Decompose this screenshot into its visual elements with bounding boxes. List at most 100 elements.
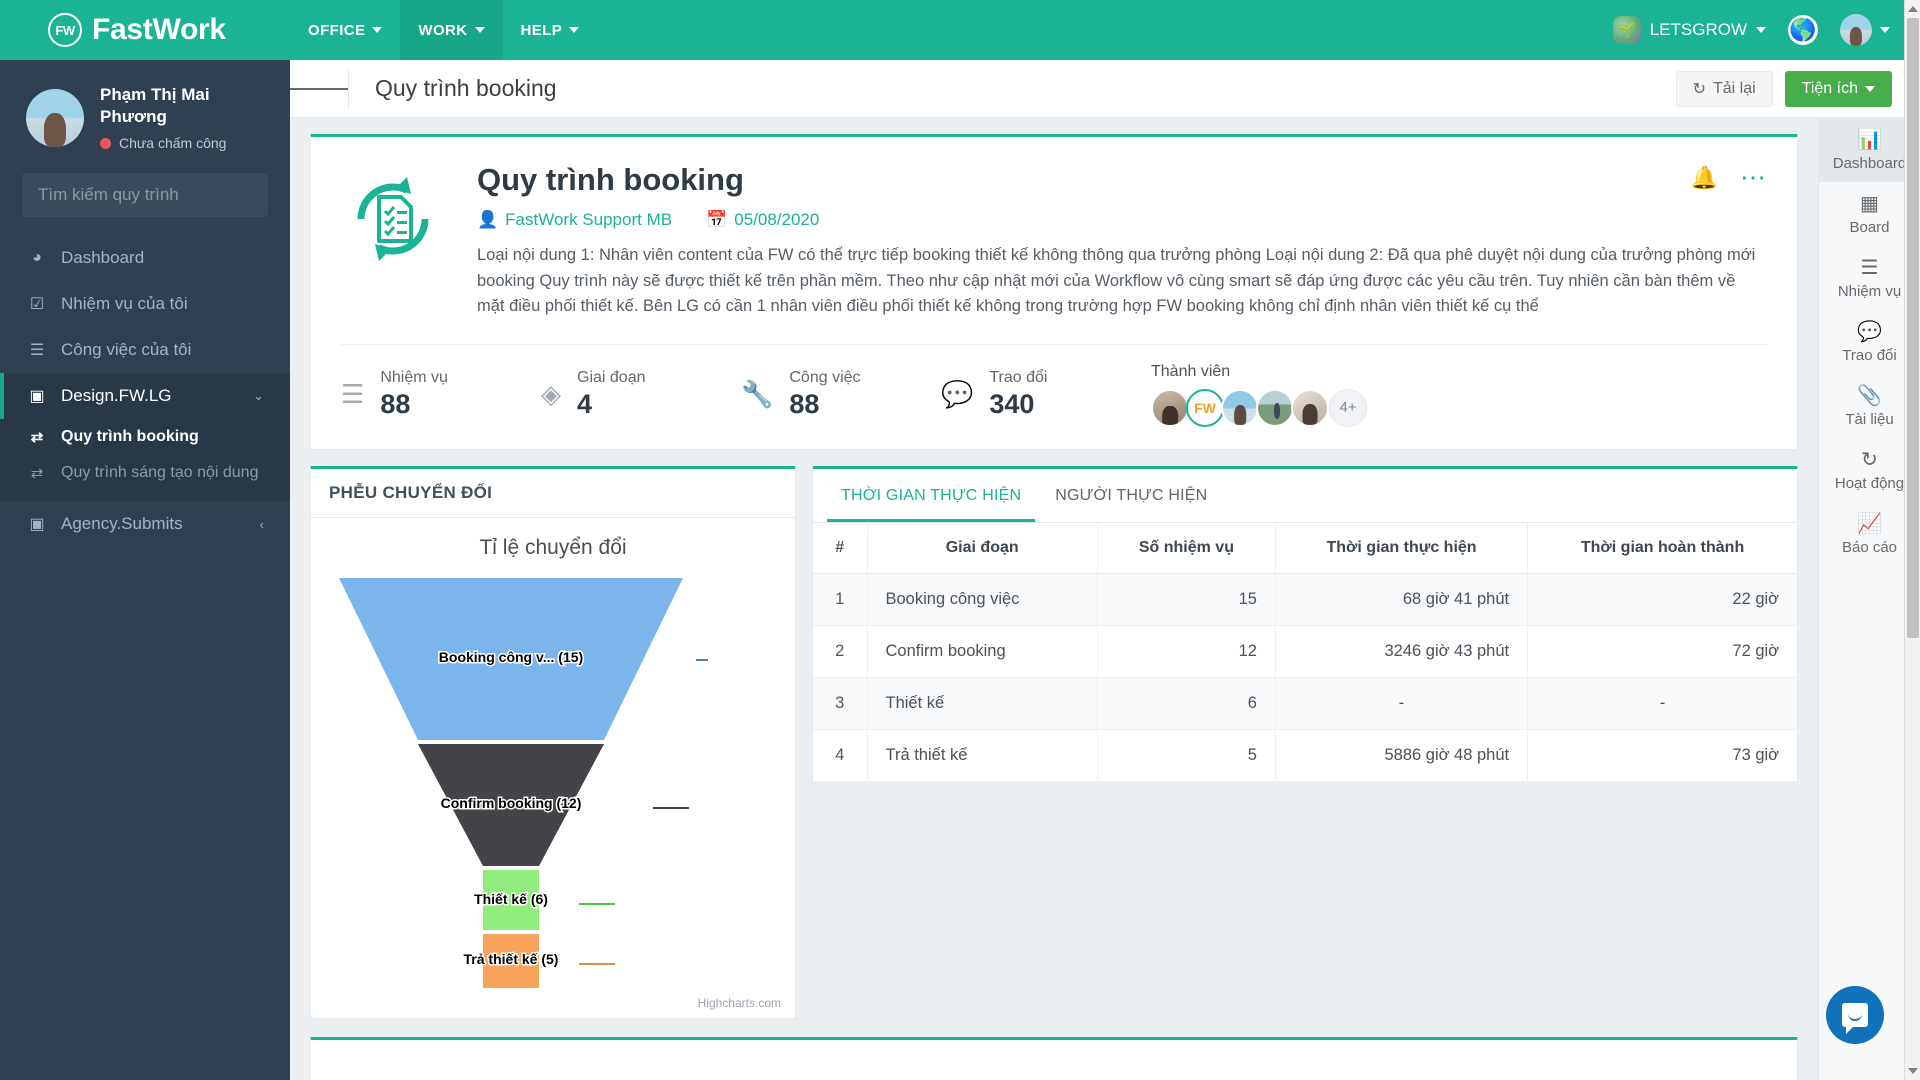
process-title: Quy trình booking: [477, 162, 744, 197]
scroll-down-icon[interactable]: [1908, 1068, 1918, 1074]
utility-label: Tiện ích: [1801, 79, 1858, 97]
project-icon: ▣: [29, 516, 45, 534]
members-more-count[interactable]: 4+: [1329, 388, 1367, 427]
cell-task-count: 15: [1097, 573, 1276, 626]
stat-jobs: 🔧 Công việc 88: [741, 369, 941, 420]
rail-item-label: Board: [1849, 219, 1890, 236]
cell-stage: Confirm booking: [867, 625, 1098, 678]
topnav-office-label: OFFICE: [308, 21, 366, 39]
members-label: Thành viên: [1151, 362, 1231, 380]
sidebar-item-my-work[interactable]: ☰ Công việc của tôi: [0, 327, 290, 373]
funnel-label-1: Booking công v... (15): [439, 649, 583, 665]
brand-name: FastWork: [92, 13, 226, 46]
avatar[interactable]: [1151, 388, 1189, 427]
shuffle-icon: ⇄: [30, 465, 44, 483]
sidebar-subnav: ⇄ Quy trình booking ⇄ Quy trình sáng tạo…: [0, 419, 290, 502]
sidebar-profile[interactable]: Phạm Thị Mai Phương Chưa chấm công: [0, 60, 290, 151]
more-options-icon[interactable]: ⋯: [1740, 165, 1767, 190]
table-row[interactable]: 1 Booking công việc 15 68 giờ 41 phút 22…: [813, 573, 1797, 626]
table-row[interactable]: 2 Confirm booking 12 3246 giờ 43 phút 72…: [813, 625, 1797, 678]
topnav-help[interactable]: HELP: [503, 0, 598, 60]
sidebar-item-my-tasks[interactable]: ☑ Nhiệm vụ của tôi: [0, 281, 290, 327]
stat-stages: ◈ Giai đoạn 4: [541, 369, 741, 420]
sidebar-nav: ◕ Dashboard ☑ Nhiệm vụ của tôi ☰ Công vi…: [0, 235, 290, 547]
stat-value: 4: [577, 389, 593, 420]
org-switcher[interactable]: 🌱 LETSGROW: [1612, 16, 1766, 44]
avatar[interactable]: [1291, 388, 1329, 427]
tab-execution-time[interactable]: THỜI GIAN THỰC HIỆN: [827, 469, 1036, 522]
brand-logo[interactable]: FW FastWork: [0, 13, 290, 47]
user-menu[interactable]: [1840, 14, 1890, 46]
process-description: Loại nội dung 1: Nhân viên content của F…: [477, 246, 1756, 316]
stat-label: Nhiệm vụ: [380, 369, 448, 387]
stat-value: 340: [989, 389, 1035, 420]
project-icon: ▣: [29, 388, 45, 406]
bell-icon[interactable]: 🔔: [1691, 165, 1718, 191]
cell-exec-time: 3246 giờ 43 phút: [1275, 625, 1529, 678]
topnav-office[interactable]: OFFICE: [290, 0, 400, 60]
stat-label: Giai đoạn: [577, 369, 646, 387]
top-nav-items: OFFICE WORK HELP: [290, 0, 597, 60]
avatar[interactable]: [1221, 388, 1259, 427]
avatar-fastwork-badge[interactable]: FW: [1186, 388, 1224, 427]
detail-tabs: THỜI GIAN THỰC HIỆN NGƯỜI THỰC HIỆN: [813, 469, 1797, 523]
utility-button[interactable]: Tiện ích: [1784, 70, 1892, 107]
topbar-right-actions: 🌱 LETSGROW 🌎: [1612, 14, 1920, 46]
stat-label: Trao đổi: [989, 369, 1048, 387]
avatar[interactable]: [1256, 388, 1294, 427]
cell-task-count: 6: [1097, 677, 1276, 730]
cell-done-time: 72 giờ: [1527, 625, 1797, 678]
process-author[interactable]: 👤 FastWork Support MB: [477, 210, 672, 230]
check-square-icon: ☑: [29, 296, 45, 314]
cubes-icon: ◈: [541, 379, 561, 410]
process-date-label: 05/08/2020: [734, 210, 820, 230]
next-card-partial: [310, 1036, 1798, 1080]
page-scrollbar[interactable]: [1904, 0, 1920, 1080]
stat-discussions: 💬 Trao đổi 340: [941, 369, 1141, 420]
funnel-chart-title: Tỉ lệ chuyển đổi: [479, 535, 627, 559]
sidebar-group-agency-submits[interactable]: ▣ Agency.Submits ‹: [0, 501, 290, 547]
table-row[interactable]: 3 Thiết kế 6 - -: [813, 677, 1797, 730]
reload-button[interactable]: ↻ Tải lại: [1675, 70, 1773, 107]
process-date: 📅 05/08/2020: [706, 210, 819, 230]
cell-exec-time: -: [1275, 677, 1529, 730]
sidebar-item-quy-trinh-sang-tao-noi-dung[interactable]: ⇄ Quy trình sáng tạo nội dung: [0, 455, 290, 491]
funnel-label-2: Confirm booking (12): [441, 795, 582, 811]
topnav-help-label: HELP: [520, 21, 563, 39]
avatar: [1840, 14, 1872, 46]
process-overview-card: Quy trình booking 👤 FastWork Support MB …: [310, 134, 1798, 450]
search-input[interactable]: [38, 185, 252, 206]
stat-value: 88: [380, 389, 411, 420]
page-header: Quy trình booking ↻ Tải lại Tiện ích: [290, 60, 1920, 118]
scrollbar-thumb[interactable]: [1907, 18, 1919, 638]
process-document-icon: [341, 163, 449, 320]
tab-assignee[interactable]: NGƯỜI THỰC HIỆN: [1041, 469, 1221, 522]
comments-icon: 💬: [1857, 321, 1882, 343]
app-root: FW FastWork OFFICE WORK HELP 🌱 LETSGROW: [0, 0, 1920, 1080]
sidebar-group-label: Design.FW.LG: [61, 386, 172, 406]
chevron-down-icon: [1880, 27, 1890, 33]
topnav-work[interactable]: WORK: [400, 0, 503, 60]
paperclip-icon: 📎: [1857, 385, 1882, 407]
table-row[interactable]: 4 Trả thiết kế 5 5886 giờ 48 phút 73 giờ: [813, 729, 1797, 782]
overview-top: Quy trình booking 👤 FastWork Support MB …: [341, 162, 1767, 320]
process-meta: 👤 FastWork Support MB 📅 05/08/2020: [477, 210, 1767, 230]
scroll-up-icon[interactable]: [1908, 6, 1918, 12]
cell-stage: Trả thiết kế: [867, 729, 1098, 782]
stat-value: 88: [789, 389, 820, 420]
chevron-left-icon: ‹: [259, 516, 264, 532]
sidebar-search[interactable]: [22, 173, 268, 218]
chevron-down-icon: [372, 27, 383, 33]
sidebar-group-design-fw-lg[interactable]: ▣ Design.FW.LG ⌄: [0, 373, 290, 420]
sidebar-item-dashboard[interactable]: ◕ Dashboard: [0, 235, 290, 281]
funnel-card-header: PHỄU CHUYỂN ĐỔI: [311, 469, 795, 518]
history-icon: ↻: [1861, 449, 1878, 471]
hamburger-icon[interactable]: [290, 85, 348, 93]
sidebar-item-quy-trinh-booking[interactable]: ⇄ Quy trình booking: [0, 419, 290, 455]
chat-bubble-icon[interactable]: [1826, 986, 1884, 1044]
board-icon: ▦: [1860, 193, 1879, 215]
globe-icon[interactable]: 🌎: [1788, 15, 1818, 45]
top-navbar: FW FastWork OFFICE WORK HELP 🌱 LETSGROW: [0, 0, 1920, 60]
reload-label: Tải lại: [1712, 79, 1756, 97]
overview-stats: ☰ Nhiệm vụ 88 ◈ Giai đoạn 4 🔧 Công việc …: [341, 343, 1767, 449]
